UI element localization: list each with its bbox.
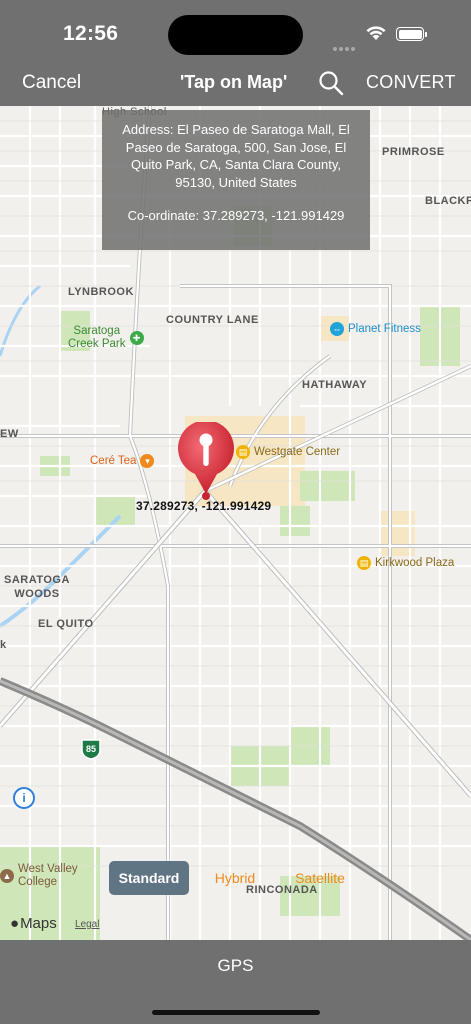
dynamic-island xyxy=(168,15,303,55)
cancel-button[interactable]: Cancel xyxy=(22,72,81,94)
address-line: 95130, United States xyxy=(175,174,297,190)
highway-shield-icon: 85 xyxy=(81,739,101,760)
map-label-hathaway: HATHAWAY xyxy=(302,379,368,391)
poi-westgate-center[interactable]: ▤ Westgate Center xyxy=(236,445,340,459)
signal-icon xyxy=(333,38,357,56)
map-label-el-quito: EL QUITO xyxy=(38,618,94,630)
map-label-blackford: BLACKFOI xyxy=(425,195,471,207)
apple-icon: ● xyxy=(10,915,20,932)
map-view[interactable]: High School PRIMROSE BLACKFOI LYNBROOK C… xyxy=(0,106,471,940)
convert-button[interactable]: CONVERT xyxy=(366,72,456,93)
gps-button[interactable]: GPS xyxy=(0,956,471,976)
map-label-lynbrook: LYNBROOK xyxy=(68,286,134,298)
college-icon: ▲ xyxy=(0,869,14,883)
map-type-hybrid[interactable]: Hybrid xyxy=(205,861,265,895)
map-label-k: k xyxy=(0,639,7,651)
info-icon[interactable]: i xyxy=(13,787,35,809)
highway-number: 85 xyxy=(86,744,96,754)
poi-cere-tea[interactable]: Ceré Tea ▾ xyxy=(90,454,155,468)
map-type-satellite[interactable]: Satellite xyxy=(285,861,355,895)
address-line: Address: El Paseo de Saratoga Mall, El xyxy=(122,122,350,137)
coordinate-text: Co-ordinate: 37.289273, -121.991429 xyxy=(127,208,345,223)
status-bar: 12:56 xyxy=(0,0,471,60)
navigation-bar: Cancel 'Tap on Map' CONVERT xyxy=(0,60,471,106)
home-indicator xyxy=(152,1010,320,1015)
page-title: 'Tap on Map' xyxy=(180,72,288,92)
address-line: Paseo de Saratoga, 500, San Jose, El xyxy=(125,139,347,155)
map-pin-icon[interactable] xyxy=(175,422,237,500)
map-type-standard[interactable]: Standard xyxy=(109,861,189,895)
legal-link[interactable]: Legal xyxy=(75,919,99,930)
dumbbell-icon: ⇔ xyxy=(330,322,344,336)
poi-west-valley-college[interactable]: ▲ West Valley College xyxy=(0,863,78,889)
status-time: 12:56 xyxy=(63,22,119,45)
cup-icon: ▾ xyxy=(140,454,155,468)
poi-saratoga-creek-park[interactable]: Saratoga Creek Park ✚ xyxy=(68,325,148,351)
poi-kirkwood-plaza[interactable]: ▤ Kirkwood Plaza xyxy=(357,556,454,570)
map-label-country-lane: COUNTRY LANE xyxy=(166,314,259,326)
map-label-ew: EW xyxy=(0,428,19,440)
shopping-icon: ▤ xyxy=(236,445,250,459)
gps-bar: GPS xyxy=(0,940,471,1024)
map-label-primrose: PRIMROSE xyxy=(382,146,445,158)
wifi-icon xyxy=(366,26,386,40)
address-info-box: Address: El Paseo de Saratoga Mall, El P… xyxy=(102,110,370,250)
shopping-icon: ▤ xyxy=(357,556,371,570)
map-label-saratoga-woods: SARATOGA WOODS xyxy=(4,574,70,600)
pin-coordinate-label: 37.289273, -121.991429 xyxy=(136,499,272,513)
poi-planet-fitness[interactable]: ⇔ Planet Fitness xyxy=(330,322,421,336)
search-icon[interactable] xyxy=(318,70,344,96)
battery-icon xyxy=(396,27,427,41)
apple-maps-logo: ● Maps xyxy=(10,915,57,932)
address-line: Quito Park, CA, Santa Clara County, xyxy=(130,157,342,172)
park-icon: ✚ xyxy=(129,331,144,345)
